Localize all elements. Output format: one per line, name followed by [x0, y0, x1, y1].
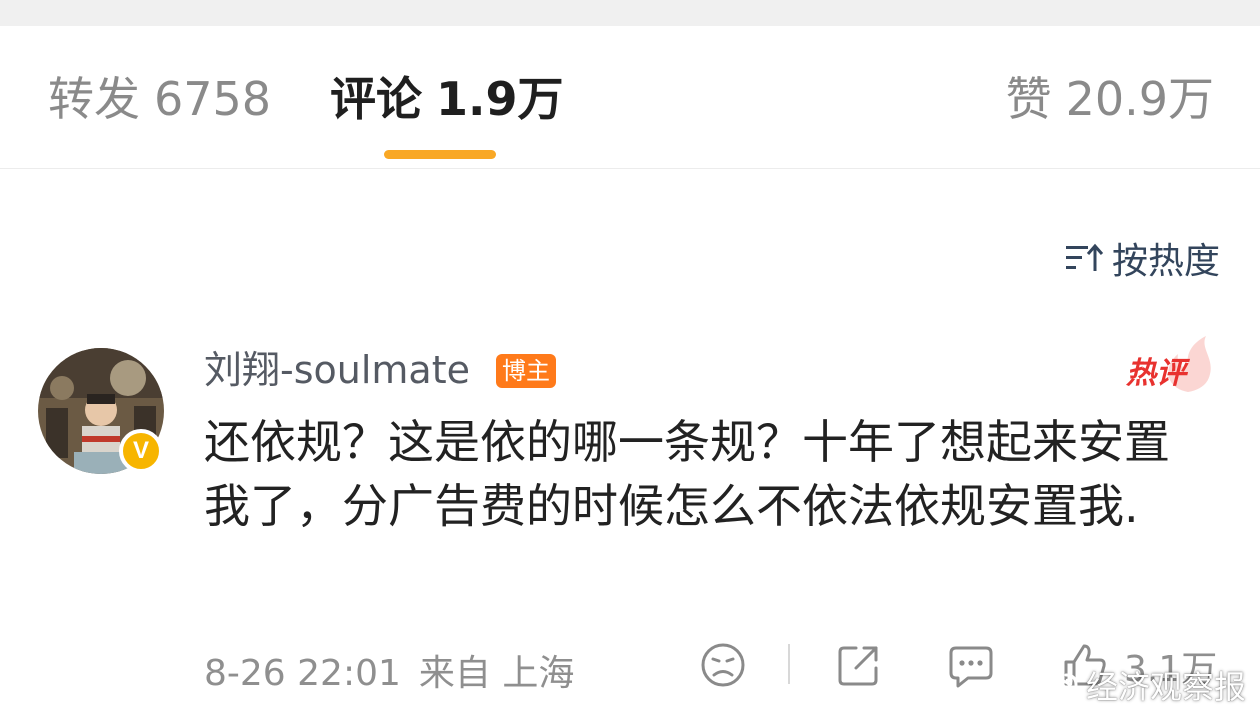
tab-likes[interactable]: 赞 20.9万: [1006, 70, 1214, 128]
comment-body: 还依规？这是依的哪一条规？十年了想起来安置我了，分广告费的时候怎么不依法依规安置…: [204, 415, 1170, 533]
comment-location: 来自 上海: [418, 653, 575, 694]
sort-icon: [1065, 243, 1104, 271]
comment-username[interactable]: 刘翔-soulmate: [204, 346, 470, 394]
watermark-text: 经济观察报: [1085, 668, 1246, 706]
tab-repost-count: 6758: [154, 72, 272, 126]
tab-bar: 转发 6758 评论 1.9万 赞 20.9万: [0, 26, 1260, 169]
weibo-logo-icon: [1041, 673, 1078, 700]
comment-icon[interactable]: [946, 640, 996, 690]
sort-by-hotness-button[interactable]: 按热度: [1064, 232, 1220, 284]
watermark: 经济观察报: [1040, 662, 1246, 708]
share-icon[interactable]: [834, 640, 884, 690]
verified-badge: V: [119, 429, 163, 473]
tab-repost[interactable]: 转发 6758: [48, 70, 271, 128]
dislike-face-icon[interactable]: [698, 640, 748, 690]
tab-likes-count: 20.9万: [1065, 72, 1214, 126]
tab-comments-label: 评论: [330, 72, 422, 126]
tab-comments[interactable]: 评论 1.9万: [330, 70, 564, 128]
comment-item: V 刘翔-soulmate 博主 热评 还依规？这是依的哪一条规？十年了想起来安…: [0, 330, 1260, 718]
tab-comments-count: 1.9万: [436, 72, 564, 126]
hot-comment-tag: 热评: [1126, 334, 1216, 396]
comment-time: 8-26 22:01: [204, 653, 401, 694]
tab-repost-label: 转发: [48, 72, 140, 126]
action-divider: [788, 644, 790, 684]
top-status-strip: [0, 0, 1260, 26]
active-tab-indicator: [384, 150, 496, 159]
tab-likes-label: 赞: [1005, 72, 1052, 126]
author-badge: 博主: [496, 354, 556, 388]
comment-meta: 8-26 22:01 来自 上海: [204, 644, 574, 696]
sort-label: 按热度: [1111, 241, 1220, 282]
hot-comment-label: 热评: [1126, 356, 1186, 391]
